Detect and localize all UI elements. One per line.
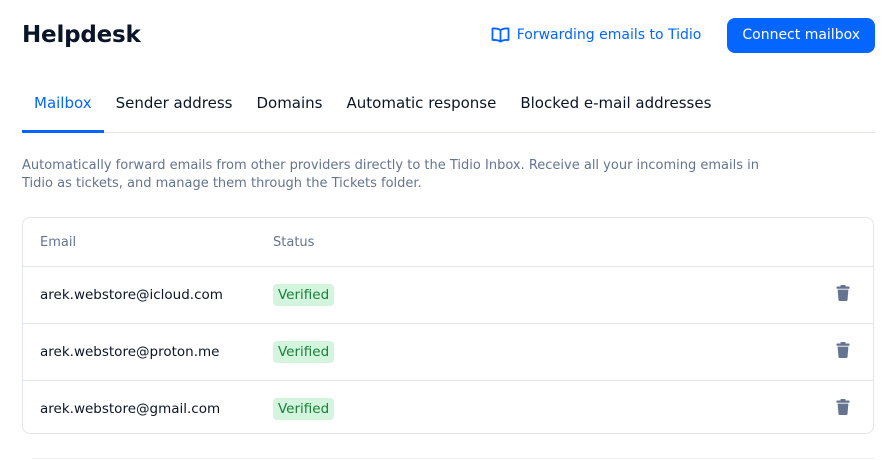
delete-mailbox-button[interactable] bbox=[833, 285, 853, 305]
mailbox-description: Automatically forward emails from other … bbox=[22, 158, 760, 191]
table-row: arek.webstore@proton.me Verified bbox=[23, 324, 873, 381]
table-row: arek.webstore@gmail.com Verified bbox=[23, 381, 873, 433]
tab-automatic-response[interactable]: Automatic response bbox=[335, 84, 509, 130]
column-header-status: Status bbox=[273, 234, 315, 250]
status-badge: Verified bbox=[273, 398, 335, 420]
delete-mailbox-button[interactable] bbox=[833, 342, 853, 362]
page-title: Helpdesk bbox=[22, 22, 141, 48]
action-cell bbox=[813, 342, 873, 362]
status-cell: Verified bbox=[273, 398, 813, 420]
page-header: Helpdesk Forwarding emails to Tidio Conn… bbox=[22, 17, 875, 53]
action-cell bbox=[813, 399, 873, 419]
helpdesk-page: Helpdesk Forwarding emails to Tidio Conn… bbox=[0, 0, 896, 460]
trash-icon bbox=[836, 342, 850, 362]
status-badge: Verified bbox=[273, 341, 335, 363]
mailbox-email: arek.webstore@icloud.com bbox=[40, 287, 223, 303]
tab-mailbox[interactable]: Mailbox bbox=[22, 84, 104, 133]
status-cell: Verified bbox=[273, 284, 813, 306]
trash-icon bbox=[836, 399, 850, 419]
forwarding-docs-link-label: Forwarding emails to Tidio bbox=[516, 27, 702, 43]
column-header-email: Email bbox=[40, 234, 77, 250]
section-divider bbox=[32, 458, 874, 459]
tab-blocked-email-addresses[interactable]: Blocked e-mail addresses bbox=[508, 84, 723, 130]
action-cell bbox=[813, 285, 873, 305]
book-open-icon bbox=[491, 27, 510, 43]
status-badge: Verified bbox=[273, 284, 335, 306]
table-header: Email Status bbox=[23, 218, 873, 267]
delete-mailbox-button[interactable] bbox=[833, 399, 853, 419]
tab-domains[interactable]: Domains bbox=[244, 84, 334, 130]
forwarding-docs-link[interactable]: Forwarding emails to Tidio bbox=[491, 27, 702, 43]
status-cell: Verified bbox=[273, 341, 813, 363]
trash-icon bbox=[836, 285, 850, 305]
mailbox-table: Email Status arek.webstore@icloud.com Ve… bbox=[22, 217, 874, 434]
connect-mailbox-button[interactable]: Connect mailbox bbox=[727, 17, 875, 53]
tab-sender-address[interactable]: Sender address bbox=[104, 84, 245, 130]
table-row: arek.webstore@icloud.com Verified bbox=[23, 267, 873, 324]
mailbox-email: arek.webstore@gmail.com bbox=[40, 401, 221, 417]
header-actions: Forwarding emails to Tidio Connect mailb… bbox=[491, 17, 875, 53]
settings-tabs: Mailbox Sender address Domains Automatic… bbox=[22, 84, 875, 133]
mailbox-email: arek.webstore@proton.me bbox=[40, 344, 220, 360]
